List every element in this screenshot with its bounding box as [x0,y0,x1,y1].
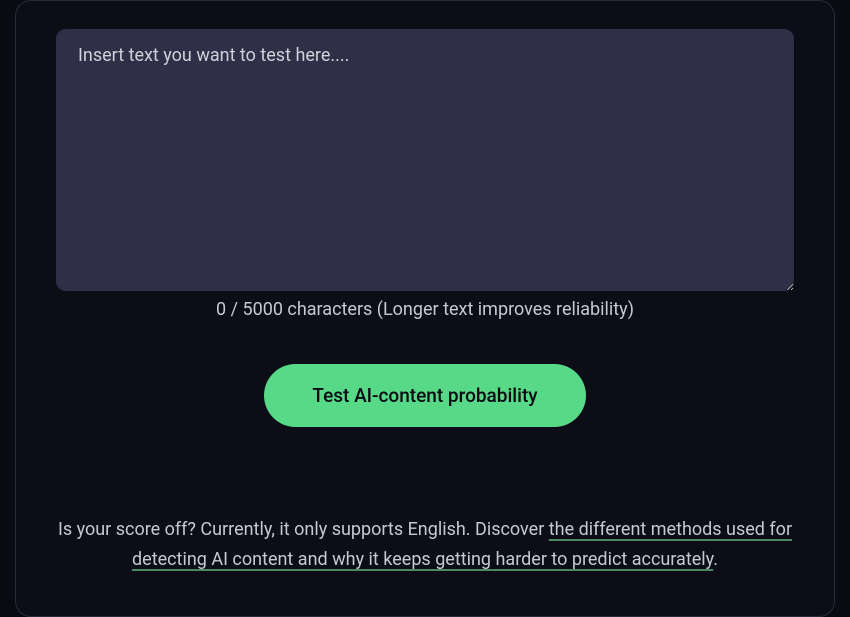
help-prefix: Is your score off? Currently, it only su… [58,519,549,540]
help-text: Is your score off? Currently, it only su… [56,515,794,576]
ai-detector-card: 0 / 5000 characters (Longer text improve… [15,0,835,617]
help-suffix: . [713,549,718,570]
test-button[interactable]: Test AI-content probability [264,364,585,427]
character-counter: 0 / 5000 characters (Longer text improve… [216,299,634,320]
text-input[interactable] [56,29,794,291]
